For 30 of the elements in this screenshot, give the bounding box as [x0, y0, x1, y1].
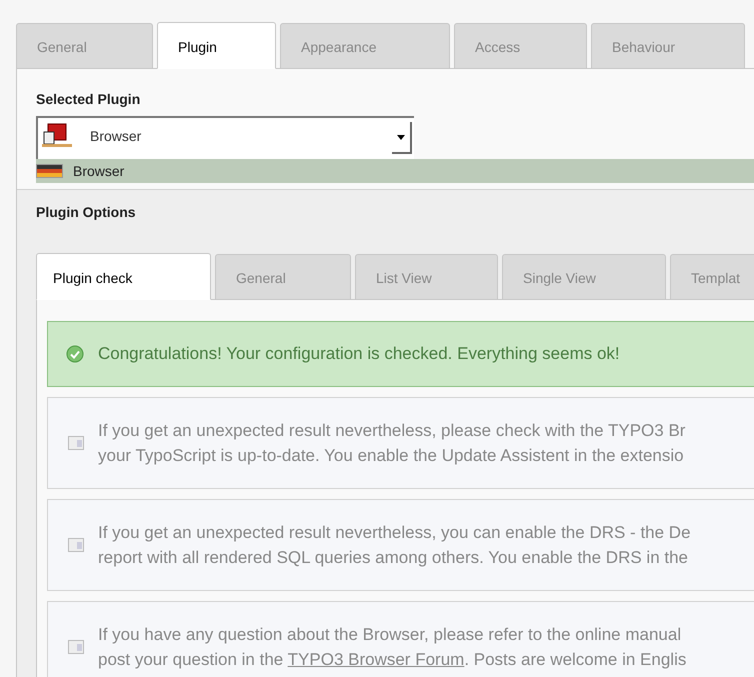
flag-icon [36, 164, 63, 178]
message-text: post your question in the TYPO3 Browser Forum. Posts are welcome in Englis [98, 649, 686, 671]
tab[interactable]: General [16, 23, 153, 69]
document-icon [68, 640, 84, 654]
select-value: Browser [90, 127, 142, 146]
tab[interactable]: Plugin [157, 22, 276, 69]
message-text: report with all rendered SQL queries among others. You enable the DRS in the [98, 547, 690, 569]
message-text: If you get an unexpected result nevertheless, please check with the TYPO3 Br [98, 420, 686, 442]
message-text: your TypoScript is up-to-date. You enable the Update Assistent in the extensio [98, 445, 685, 467]
tab[interactable]: Plugin check [36, 253, 211, 300]
message-text: Congratulations! Your configuration is checked. Everything seems ok! [98, 343, 620, 366]
section-label: Plugin Options [35, 203, 137, 222]
message-text: If you have any question about the Browser, please refer to the online manual [98, 624, 682, 646]
tab[interactable]: Appearance [280, 23, 450, 69]
forum-link[interactable]: TYPO3 Browser Forum [288, 650, 464, 669]
check-circle-icon [66, 345, 84, 363]
message-text: If you get an unexpected result nevertheless, you can enable the DRS - the De [98, 522, 691, 544]
tab[interactable]: Single View [502, 254, 666, 300]
selected-option[interactable]: Browser [36, 159, 754, 183]
tab[interactable]: List View [355, 254, 498, 300]
section-label: Selected Plugin [35, 90, 142, 109]
dropdown-arrow-icon[interactable] [392, 122, 412, 154]
tab[interactable]: Access [454, 23, 587, 69]
tab[interactable]: Templat [670, 254, 754, 300]
tab[interactable]: Behaviour [591, 23, 745, 69]
document-icon [68, 436, 84, 450]
plugin-icon [42, 122, 72, 148]
plugin-select[interactable]: Browser [36, 116, 414, 159]
document-icon [68, 538, 84, 552]
tab[interactable]: General [215, 254, 351, 300]
